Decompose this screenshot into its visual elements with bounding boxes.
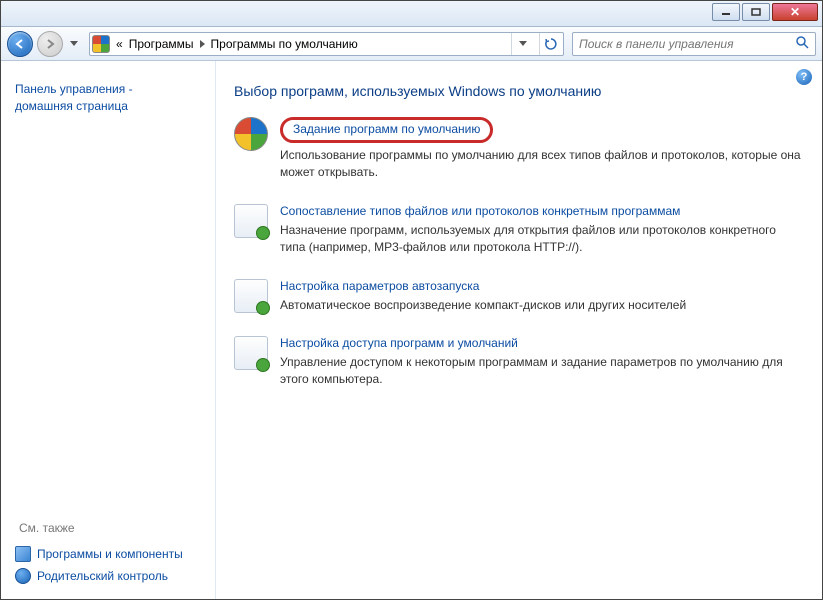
program-access-icon [234, 336, 268, 370]
forward-button[interactable] [37, 31, 63, 57]
sidebar-head-line2: домашняя страница [15, 99, 128, 113]
sidebar-link-parental-controls[interactable]: Родительский контроль [15, 565, 207, 587]
link-autoplay[interactable]: Настройка параметров автозапуска [280, 279, 479, 293]
address-bar[interactable]: « Программы Программы по умолчанию [89, 32, 564, 56]
programs-icon [15, 546, 31, 562]
nav-history-dropdown[interactable] [67, 34, 81, 54]
page-title: Выбор программ, используемых Windows по … [234, 83, 802, 99]
content-pane: ? Выбор программ, используемых Windows п… [216, 61, 822, 599]
sidebar-see-also-label: См. также [19, 521, 207, 535]
highlight-callout: Задание программ по умолчанию [280, 117, 493, 143]
set-default-icon [234, 117, 268, 151]
desc-program-access: Управление доступом к некоторым программ… [280, 354, 802, 389]
back-button[interactable] [7, 31, 33, 57]
control-panel-icon [92, 35, 110, 53]
navigation-toolbar: « Программы Программы по умолчанию [1, 27, 822, 61]
breadcrumb-programs[interactable]: Программы [129, 37, 194, 51]
option-associate-filetypes: Сопоставление типов файлов или протоколо… [234, 204, 802, 257]
sidebar-head-line1: Панель управления - [15, 82, 133, 96]
help-button[interactable]: ? [796, 69, 812, 85]
maximize-button[interactable] [742, 3, 770, 21]
main-body: Панель управления - домашняя страница См… [1, 61, 822, 599]
sidebar-link-programs-label: Программы и компоненты [37, 547, 183, 561]
refresh-button[interactable] [539, 33, 561, 55]
chevron-down-icon [519, 41, 527, 46]
desc-associate: Назначение программ, используемых для от… [280, 222, 802, 257]
sidebar-link-parental-label: Родительский контроль [37, 569, 168, 583]
breadcrumb-prefix: « [116, 37, 123, 51]
search-icon[interactable] [795, 35, 809, 52]
search-box[interactable] [572, 32, 816, 56]
breadcrumb-default-programs[interactable]: Программы по умолчанию [211, 37, 358, 51]
address-dropdown-button[interactable] [511, 33, 533, 55]
close-button[interactable]: ✕ [772, 3, 818, 21]
close-icon: ✕ [790, 6, 800, 18]
desc-autoplay: Автоматическое воспроизведение компакт-д… [280, 297, 802, 314]
option-program-access: Настройка доступа программ и умолчаний У… [234, 336, 802, 389]
help-icon: ? [801, 71, 808, 83]
sidebar: Панель управления - домашняя страница См… [1, 61, 216, 599]
link-set-default-programs[interactable]: Задание программ по умолчанию [293, 122, 480, 136]
desc-set-default: Использование программы по умолчанию для… [280, 147, 802, 182]
associate-icon [234, 204, 268, 238]
window-titlebar: ✕ [1, 1, 822, 27]
search-input[interactable] [579, 37, 795, 51]
sidebar-home-link[interactable]: Панель управления - домашняя страница [15, 81, 207, 115]
breadcrumb-arrow-icon [200, 40, 205, 48]
sidebar-link-programs-features[interactable]: Программы и компоненты [15, 543, 207, 565]
minimize-button[interactable] [712, 3, 740, 21]
autoplay-icon [234, 279, 268, 313]
chevron-down-icon [70, 41, 78, 46]
option-set-default-programs: Задание программ по умолчанию Использова… [234, 117, 802, 182]
link-program-access[interactable]: Настройка доступа программ и умолчаний [280, 336, 518, 350]
option-autoplay: Настройка параметров автозапуска Автомат… [234, 279, 802, 314]
parental-icon [15, 568, 31, 584]
link-associate-filetypes[interactable]: Сопоставление типов файлов или протоколо… [280, 204, 680, 218]
